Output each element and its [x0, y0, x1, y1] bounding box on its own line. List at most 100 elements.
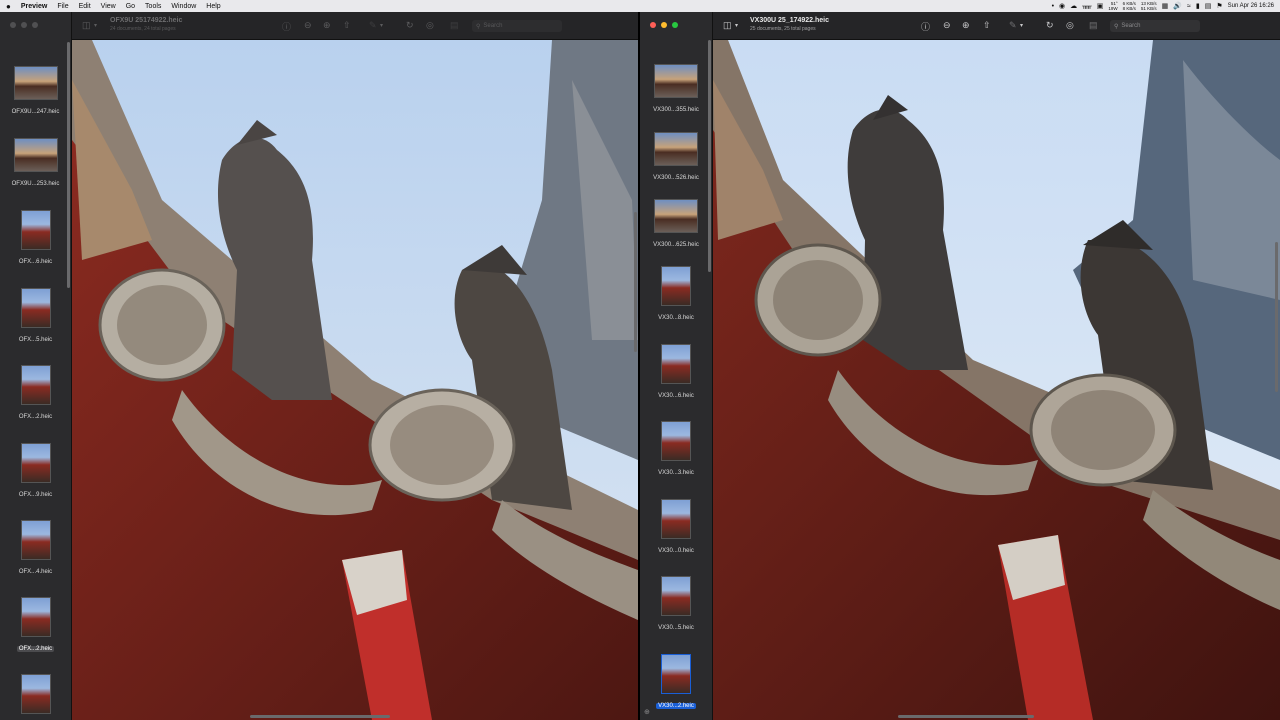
add-icon[interactable]: ⊕ [644, 708, 650, 716]
thumbnail-label: OFX...5.heic [18, 337, 53, 343]
bluetooth-icon[interactable]: ᚅ [1082, 2, 1092, 10]
vertical-scrollbar[interactable] [1275, 242, 1278, 392]
zoom-in-icon[interactable]: ⊕ [323, 20, 331, 31]
annotate-icon[interactable]: ◎ [426, 20, 434, 31]
sidebar-icon[interactable]: ◫ [723, 20, 732, 31]
zoom-out-icon[interactable]: ⊖ [943, 20, 951, 31]
thumbnail-item[interactable]: OFX...6.heic [0, 210, 71, 268]
search-field[interactable]: ⚲ Search [1110, 20, 1200, 32]
chevron-down-icon[interactable]: ▾ [1020, 22, 1023, 29]
thumbnail-item[interactable]: VX30...3.heic [640, 421, 712, 479]
preview-window-left: OFX9U...247.heic OFX9U...253.heic OFX...… [0, 12, 638, 720]
menu-file[interactable]: File [57, 3, 68, 10]
thumbnail-item[interactable]: VX30...5.heic [640, 576, 712, 634]
thumbnail-label: OFX...2.heic [18, 414, 53, 420]
menu-help[interactable]: Help [206, 3, 220, 10]
lock-icon[interactable]: ▣ [1097, 2, 1104, 10]
info-icon[interactable]: ⓘ [282, 20, 291, 33]
thumbnail-image [654, 199, 698, 233]
thumbnail-item[interactable]: OFX...2.heic [0, 365, 71, 423]
control-center-icon[interactable]: ▤ [1205, 2, 1212, 10]
wechat-icon[interactable]: ◉ [1059, 2, 1065, 10]
form-icon[interactable]: ▤ [450, 20, 459, 31]
window-subtitle: 24 documents, 24 total pages [110, 26, 176, 32]
search-field[interactable]: ⚲ Search [472, 20, 562, 32]
chevron-down-icon[interactable]: ▾ [735, 22, 738, 29]
minimize-button[interactable] [21, 22, 27, 28]
chevron-down-icon[interactable]: ▾ [380, 22, 383, 29]
zoom-out-icon[interactable]: ⊖ [304, 20, 312, 31]
volume-icon[interactable]: 🔊 [1173, 2, 1182, 10]
thumbnail-item[interactable]: OFX...2.heic [0, 597, 71, 655]
wifi-icon[interactable]: ≈ [1187, 3, 1191, 10]
zoom-button[interactable] [672, 22, 678, 28]
image-view[interactable] [713, 40, 1280, 720]
thumbnail-image [20, 443, 51, 483]
flag-icon[interactable]: ⚑ [1216, 2, 1222, 10]
chip-icon[interactable]: ▦ [1162, 2, 1169, 10]
thumbnail-label: VX30...8.heic [658, 315, 694, 321]
thumbnail-label: VX30...2.heic [656, 703, 696, 709]
thumbnail-item[interactable]: OFX9U...253.heic [0, 138, 71, 190]
annotate-icon[interactable]: ◎ [1066, 20, 1074, 31]
battery-icon[interactable]: ▮ [1196, 2, 1200, 10]
pen-icon[interactable]: ✎ [369, 20, 377, 31]
rotate-icon[interactable]: ↻ [1046, 20, 1054, 31]
thumbnail-item[interactable]: VX30...8.heic [640, 266, 712, 324]
close-button[interactable] [10, 22, 16, 28]
share-icon[interactable]: ⇧ [343, 20, 351, 31]
share-icon[interactable]: ⇧ [983, 20, 991, 31]
info-icon[interactable]: ⓘ [921, 20, 930, 33]
horizontal-scrollbar[interactable] [898, 715, 1034, 718]
sidebar-scrollbar[interactable] [67, 42, 70, 288]
menu-go[interactable]: Go [126, 3, 135, 10]
thumbnail-item[interactable]: VX30...6.heic [640, 344, 712, 402]
rotate-icon[interactable]: ↻ [406, 20, 414, 31]
thumbnail-item[interactable]: VX300...526.heic [640, 132, 712, 184]
thumbnail-item[interactable]: OFX9U...247.heic [0, 66, 71, 118]
window-title: VX300U 25_174922.heic [750, 17, 830, 24]
clock[interactable]: Sun Apr 26 16:26 [1228, 3, 1274, 9]
thumbnail-image [654, 64, 698, 98]
dot-icon[interactable]: • [1052, 3, 1054, 10]
net-down: 8 KB/s [1122, 6, 1136, 11]
thumbnail-item[interactable]: VX30...2.heic [640, 654, 712, 712]
chevron-down-icon[interactable]: ▾ [94, 22, 97, 29]
thumbnail-label: OFX9U...253.heic [11, 181, 60, 187]
temp-bottom: 19W [1108, 6, 1118, 11]
menu-app-name[interactable]: Preview [21, 3, 47, 10]
thumbnail-item[interactable]: OFX...5.heic [0, 288, 71, 346]
menu-view[interactable]: View [101, 3, 116, 10]
disk-readout[interactable]: 13 KB/s 51 KB/s [1141, 1, 1157, 11]
temp-readout[interactable]: 51° 19W [1108, 1, 1117, 11]
net-readout[interactable]: 6 KB/s 8 KB/s [1123, 1, 1136, 11]
zoom-button[interactable] [32, 22, 38, 28]
menu-edit[interactable]: Edit [79, 3, 91, 10]
close-button[interactable] [650, 22, 656, 28]
zoom-in-icon[interactable]: ⊕ [962, 20, 970, 31]
thumbnail-label: OFX...9.heic [18, 492, 53, 498]
image-view[interactable] [72, 40, 638, 720]
thumbnail-image [20, 210, 51, 250]
thumbnail-item[interactable]: OFX...9.heic [0, 443, 71, 501]
thumbnail-image [20, 597, 51, 637]
cloud-icon[interactable]: ☁ [1070, 2, 1077, 10]
thumbnail-label: VX30...0.heic [658, 548, 694, 554]
menu-tools[interactable]: Tools [145, 3, 161, 10]
sidebar-scrollbar[interactable] [708, 40, 711, 272]
form-icon[interactable]: ▤ [1089, 20, 1098, 31]
thumbnail-item[interactable] [0, 674, 71, 714]
minimize-button[interactable] [661, 22, 667, 28]
thumbnail-item[interactable]: OFX...4.heic [0, 520, 71, 578]
thumbnail-item[interactable]: VX30...0.heic [640, 499, 712, 557]
apple-menu-icon[interactable]: ● [6, 2, 11, 11]
menu-window[interactable]: Window [171, 3, 196, 10]
pen-icon[interactable]: ✎ [1009, 20, 1017, 31]
sidebar-icon[interactable]: ◫ [82, 20, 91, 31]
disk-write: 51 KB/s [1140, 6, 1157, 11]
horizontal-scrollbar[interactable] [250, 715, 390, 718]
thumbnail-item[interactable]: VX300...355.heic [640, 64, 712, 116]
vertical-scrollbar[interactable] [634, 212, 637, 352]
thumbnail-image [20, 365, 51, 405]
thumbnail-item[interactable]: VX300...625.heic [640, 199, 712, 251]
